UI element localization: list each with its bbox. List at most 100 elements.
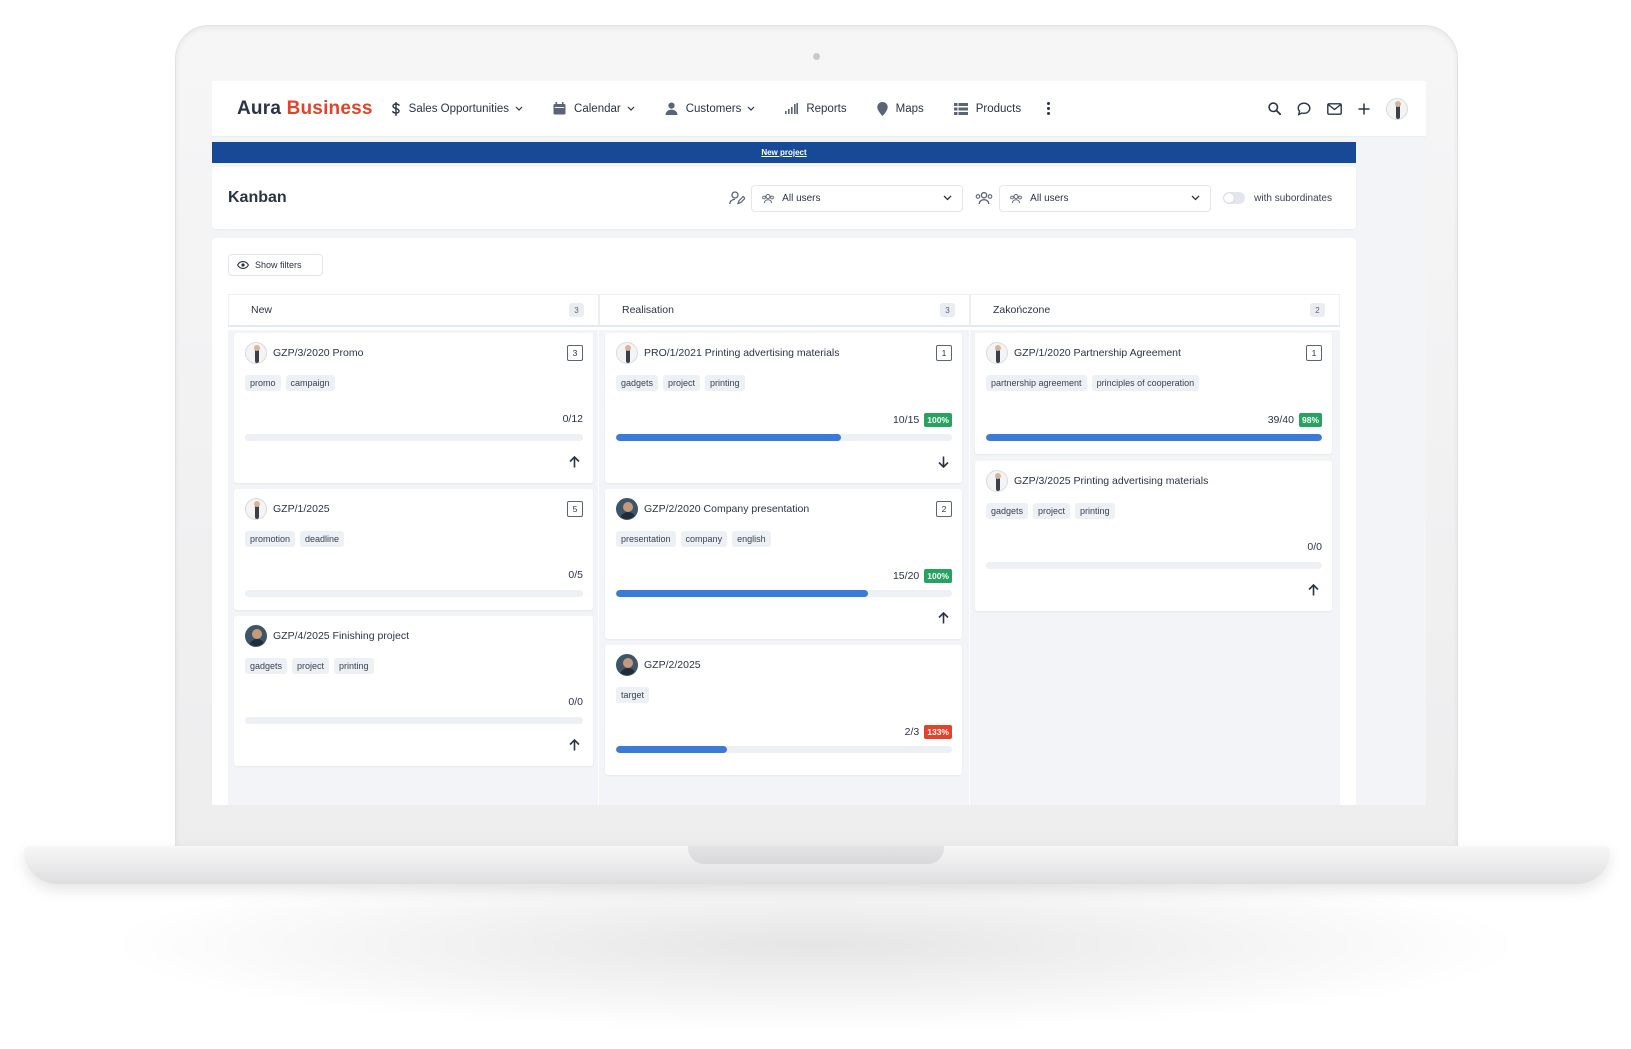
kanban-card[interactable]: GZP/1/2025 5 promotion deadline 0/5 — [234, 489, 593, 610]
card-tags: gadgets project printing — [245, 658, 374, 674]
nav-products[interactable]: Products — [953, 102, 1021, 115]
search-icon[interactable] — [1266, 101, 1282, 117]
owner-avatar — [616, 342, 638, 364]
new-project-link[interactable]: New project — [761, 148, 806, 157]
chevron-down-icon — [627, 106, 635, 111]
owner-avatar — [245, 498, 267, 520]
owner-avatar — [616, 498, 638, 520]
kanban-card[interactable]: GZP/3/2025 Printing advertising material… — [975, 461, 1332, 611]
plus-icon[interactable] — [1356, 101, 1372, 117]
card-title[interactable]: GZP/3/2020 Promo — [273, 347, 363, 359]
tag: partnership agreement — [986, 375, 1087, 391]
card-title[interactable]: GZP/4/2025 Finishing project — [273, 630, 409, 642]
card-progress: 0/5 — [568, 569, 583, 581]
card-count-badge: 2 — [936, 501, 952, 517]
column-count-badge: 3 — [569, 303, 584, 317]
kanban-card[interactable]: PRO/1/2021 Printing advertising material… — [605, 333, 962, 483]
progress-bar — [616, 746, 952, 753]
arrow-down-icon[interactable] — [936, 455, 950, 469]
progress-bar — [245, 717, 583, 724]
card-count-badge: 1 — [1306, 345, 1322, 361]
column-title: Realisation — [622, 304, 674, 316]
tag: gadgets — [245, 658, 288, 674]
arrow-up-icon[interactable] — [936, 611, 950, 625]
progress-fill — [616, 434, 842, 441]
nav-customers[interactable]: Customers — [665, 102, 756, 115]
subordinates-toggle-label: with subordinates — [1254, 192, 1332, 204]
user-avatar[interactable] — [1386, 97, 1408, 120]
card-header: GZP/3/2020 Promo 3 — [245, 342, 583, 364]
owner-avatar — [986, 470, 1008, 492]
nav-label: Maps — [895, 102, 924, 115]
show-filters-button[interactable]: Show filters — [228, 254, 323, 276]
tag: gadgets — [616, 375, 659, 391]
progress-text: 39/40 — [1267, 414, 1294, 426]
notification-banner: New project — [212, 142, 1356, 163]
app-logo[interactable]: Aura Business — [237, 98, 373, 120]
nav-maps[interactable]: Maps — [876, 101, 924, 116]
chevron-down-icon — [747, 106, 755, 111]
tag: presentation — [616, 531, 676, 547]
card-title[interactable]: GZP/2/2025 — [644, 659, 701, 671]
card-progress: 15/20 100% — [893, 569, 952, 583]
arrow-up-icon[interactable] — [1306, 583, 1320, 597]
tag: printing — [705, 375, 745, 391]
column-title: New — [251, 304, 273, 316]
chat-icon[interactable] — [1296, 101, 1312, 117]
card-title[interactable]: GZP/3/2025 Printing advertising material… — [1014, 475, 1208, 487]
card-title[interactable]: GZP/1/2020 Partnership Agreement — [1014, 347, 1181, 359]
more-menu-icon[interactable] — [1047, 102, 1051, 115]
top-navigation: Aura Business Sales Opportunities Calend… — [212, 81, 1426, 137]
user-edit-icon — [729, 191, 746, 205]
progress-text: 0/0 — [568, 696, 583, 708]
card-title[interactable]: PRO/1/2021 Printing advertising material… — [644, 347, 840, 359]
card-tags: target — [616, 687, 650, 703]
card-title[interactable]: GZP/1/2025 — [273, 503, 330, 515]
logo-text-aura: Aura — [237, 97, 282, 119]
kanban-card[interactable]: GZP/4/2025 Finishing project gadgets pro… — [234, 616, 593, 766]
card-progress: 39/40 98% — [1268, 413, 1322, 427]
progress-text: 0/0 — [1307, 541, 1322, 553]
nav-label: Sales Opportunities — [408, 102, 510, 115]
card-count-badge: 5 — [567, 501, 583, 517]
owner-avatar — [986, 342, 1008, 364]
percent-badge: 100% — [924, 569, 952, 583]
card-title[interactable]: GZP/2/2020 Company presentation — [644, 503, 809, 515]
column-new: GZP/3/2020 Promo 3 promo campaign 0/12 G… — [228, 330, 598, 805]
card-header: GZP/1/2025 5 — [245, 498, 583, 520]
laptop-shadow — [120, 860, 1510, 1030]
arrow-up-icon[interactable] — [567, 455, 581, 469]
grid-list-icon — [953, 102, 968, 115]
card-progress: 0/0 — [1307, 541, 1322, 553]
show-filters-label: Show filters — [255, 260, 302, 270]
page-header: Kanban All users All users with subordin… — [212, 167, 1356, 229]
progress-bar — [986, 562, 1322, 569]
subordinates-toggle[interactable] — [1223, 192, 1246, 204]
bar-chart-icon — [785, 103, 799, 114]
dollar-icon — [391, 101, 401, 116]
nav-reports[interactable]: Reports — [785, 103, 847, 115]
mail-icon[interactable] — [1326, 101, 1342, 117]
page-title: Kanban — [228, 189, 287, 206]
column-title: Zakończone — [993, 304, 1051, 316]
owner-filter-select[interactable]: All users — [751, 184, 964, 212]
team-filter-select[interactable]: All users — [999, 184, 1212, 212]
column-header-realisation: Realisation 3 — [599, 294, 970, 327]
nav-calendar[interactable]: Calendar — [553, 102, 635, 115]
kanban-card[interactable]: GZP/1/2020 Partnership Agreement 1 partn… — [975, 333, 1332, 454]
nav-actions — [1266, 97, 1408, 120]
card-progress: 10/15 100% — [893, 413, 952, 427]
tag: company — [680, 531, 728, 547]
kanban-card[interactable]: GZP/2/2020 Company presentation 2 presen… — [605, 489, 962, 639]
tag: gadgets — [986, 503, 1029, 519]
user-icon — [665, 102, 678, 115]
card-count-badge: 1 — [936, 345, 952, 361]
tag: project — [663, 375, 701, 391]
kanban-card[interactable]: GZP/2/2025 target 2/3 133% — [605, 645, 962, 775]
card-tags: partnership agreement principles of coop… — [986, 375, 1200, 391]
kanban-card[interactable]: GZP/3/2020 Promo 3 promo campaign 0/12 — [234, 333, 593, 483]
arrow-up-icon[interactable] — [567, 738, 581, 752]
progress-bar — [245, 590, 583, 597]
nav-sales-opportunities[interactable]: Sales Opportunities — [391, 101, 523, 116]
users-icon — [1010, 193, 1023, 203]
